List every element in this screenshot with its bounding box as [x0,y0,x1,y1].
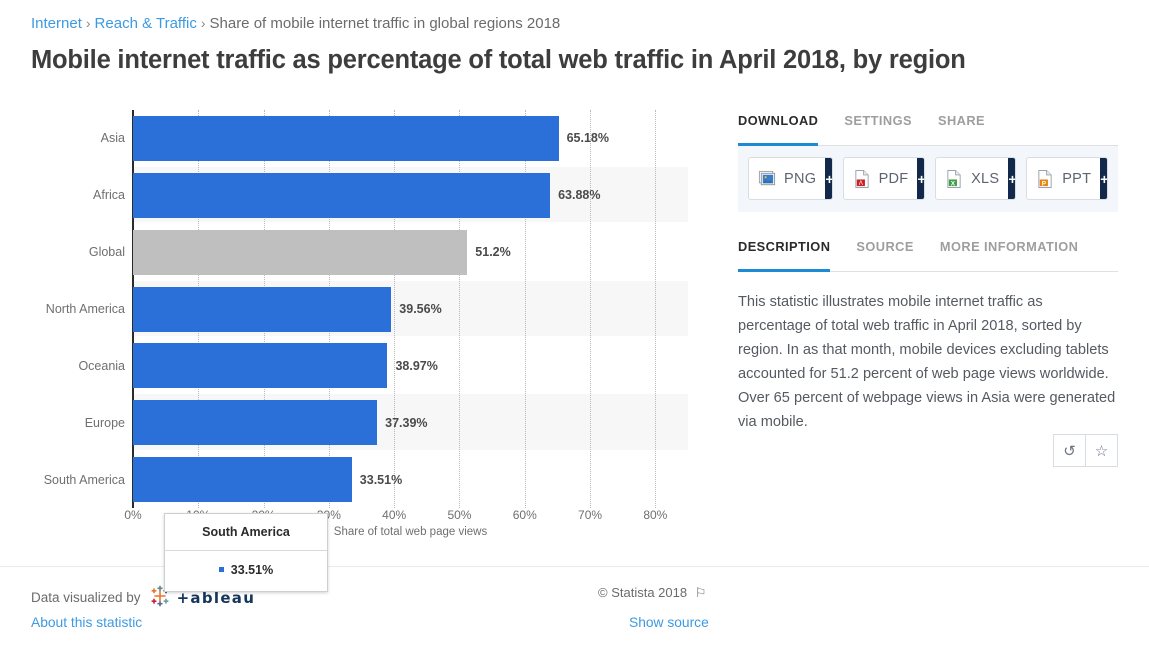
chart-bar[interactable] [133,400,378,446]
chart-bar[interactable] [133,457,352,503]
copyright-text: © Statista 2018 [598,585,688,600]
download-ppt-main[interactable]: P PPT [1027,158,1100,199]
chart-category-label: Europe [84,415,125,430]
show-source-link[interactable]: Show source [629,615,709,630]
chart-x-tick: 0% [124,508,142,522]
chart-container: 65.18% 63.88% 51.2% 39.56% 38.97% 37.39% 33.51… [31,104,721,592]
description-text: This statistic illustrates mobile intern… [738,294,1116,430]
breadcrumb-current: Share of mobile internet traffic in glob… [209,15,561,32]
chart-gridline [655,110,657,508]
excel-file-icon: X [945,169,963,189]
chart-x-tick: 40% [382,508,407,522]
breadcrumb-item-internet[interactable]: Internet [31,15,82,32]
chart-bar[interactable] [133,115,559,161]
download-png-label: PNG [784,170,817,187]
chart-category-label: Africa [93,188,125,203]
chart-gridline [524,110,526,508]
download-png-options-button[interactable]: + [825,158,832,199]
chart-category-label: North America [45,302,125,316]
breadcrumb-separator-2: › [200,15,206,31]
svg-text:X: X [951,180,956,187]
copyright-notice: © Statista 2018 ⚐ [598,585,706,601]
favorite-star-icon[interactable]: ☆ [1086,434,1118,467]
tab-description[interactable]: DESCRIPTION [738,239,830,266]
breadcrumb-separator: › [85,15,91,31]
chart-category-label: South America [43,472,125,487]
chart-x-tick: 70% [578,508,603,522]
chart-bar-value-label: 38.97% [395,358,438,373]
download-png-main[interactable]: PNG [749,158,825,199]
chart-gridline [590,110,592,508]
chart-category-label: Oceania [78,358,125,373]
side-panel: DOWNLOAD SETTINGS SHARE PNG + Λ PDF + X XLS + P PPT… [738,112,1118,467]
svg-text:P: P [1042,180,1047,187]
chart-bar-value-label: 63.88% [558,188,601,203]
tab-source[interactable]: SOURCE [856,239,913,266]
action-tabs: DOWNLOAD SETTINGS SHARE [738,112,1118,146]
tooltip-row: 33.51% [165,551,327,591]
breadcrumb: Internet › Reach & Traffic › Share of mobile… [31,13,560,34]
tooltip-marker-icon [218,567,224,573]
chart-action-buttons: ↺ ☆ [1053,434,1118,467]
chart-category-label: Asia [100,131,125,146]
visualized-by-label: Data visualized by [31,590,141,605]
tab-download[interactable]: DOWNLOAD [738,113,818,140]
chart-bar-value-label: 39.56% [399,302,442,316]
chart-x-tick: 50% [447,508,472,522]
chart-tooltip: South America 33.51% [164,513,328,592]
download-xls-button[interactable]: X XLS + [935,157,1017,200]
chart-bar-value-label: 37.39% [385,415,428,430]
chart-bar[interactable] [133,172,551,218]
download-button-strip: PNG + Λ PDF + X XLS + P PPT + [738,146,1118,212]
chart-x-tick: 60% [512,508,537,522]
chart-category-label: Global [88,245,125,260]
chart-bar-value-label: 65.18% [566,131,609,146]
chart-bar-value-label: 51.2% [475,245,511,260]
page-title: Mobile internet traffic as percentage of… [31,46,966,74]
chart-gridline [459,110,461,508]
active-tab-underline [738,143,818,146]
tooltip-title: South America [165,514,327,551]
reset-icon[interactable]: ↺ [1053,434,1086,467]
chart-gridline [394,110,396,508]
powerpoint-file-icon: P [1036,169,1054,189]
image-file-icon [758,169,776,189]
download-xls-options-button[interactable]: + [1008,158,1016,199]
about-this-statistic-link[interactable]: About this statistic [31,615,142,630]
download-ppt-label: PPT [1062,170,1092,187]
download-pdf-button[interactable]: Λ PDF + [842,157,926,200]
chart-bar[interactable] [133,286,392,332]
pdf-file-icon: Λ [853,169,871,189]
download-ppt-button[interactable]: P PPT + [1026,157,1108,200]
download-xls-label: XLS [971,170,1000,187]
download-png-button[interactable]: PNG + [748,157,833,200]
chart-bar[interactable] [133,343,388,389]
chart-bar[interactable] [133,229,468,275]
download-ppt-options-button[interactable]: + [1100,158,1108,199]
tab-more-information[interactable]: MORE INFORMATION [940,239,1078,266]
flag-icon[interactable]: ⚐ [695,585,707,600]
tooltip-value: 33.51% [230,563,274,577]
chart-x-tick: 80% [643,508,668,522]
download-xls-main[interactable]: X XLS [936,158,1008,199]
tab-share[interactable]: SHARE [938,113,985,140]
download-pdf-main[interactable]: Λ PDF [844,158,918,199]
download-pdf-options-button[interactable]: + [917,158,925,199]
download-pdf-label: PDF [878,170,909,187]
tab-settings[interactable]: SETTINGS [844,113,912,140]
active-tab-underline [738,269,830,272]
chart-bar-value-label: 33.51% [359,472,403,487]
breadcrumb-item-reach-traffic[interactable]: Reach & Traffic [95,15,197,32]
info-tabs: DESCRIPTION SOURCE MORE INFORMATION [738,238,1118,272]
